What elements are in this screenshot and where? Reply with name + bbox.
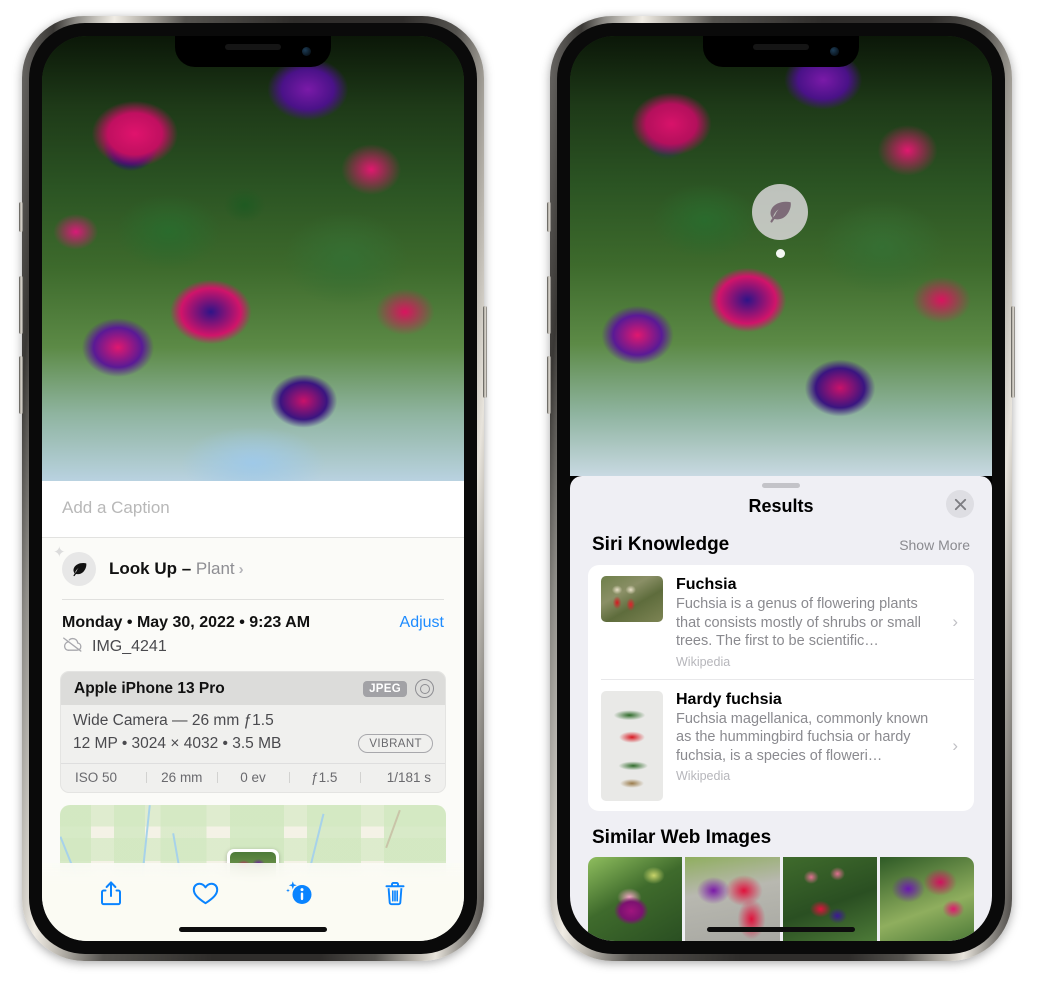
caption-input[interactable]: Add a Caption	[42, 481, 464, 538]
results-sheet: Results Siri Knowledge Show More Fuchsia…	[570, 476, 992, 941]
camera-device: Apple iPhone 13 Pro	[74, 679, 225, 697]
siri-knowledge-card: Fuchsia Fuchsia is a genus of flowering …	[588, 565, 974, 811]
exif-stats: ISO 50 26 mm 0 ev ƒ1.5 1/181 s	[61, 763, 445, 792]
screenshot-stage: Add a Caption ✦ Look Up – Plant › Monday…	[0, 0, 1055, 985]
volume-down-button[interactable]	[547, 356, 551, 414]
aperture-icon	[415, 679, 434, 698]
front-camera-icon	[830, 47, 839, 56]
leaf-icon: ✦	[53, 545, 96, 586]
cloud-slash-icon	[62, 637, 83, 657]
phone-bezel: Add a Caption ✦ Look Up – Plant › Monday…	[29, 23, 477, 954]
volume-up-button[interactable]	[19, 276, 23, 334]
size-info: 12 MP • 3024 × 4032 • 3.5 MB	[73, 734, 282, 752]
notch	[175, 36, 331, 67]
earpiece-speaker	[753, 44, 809, 50]
silent-switch[interactable]	[547, 202, 551, 232]
chevron-right-icon: ›	[238, 561, 244, 578]
phone-bezel: Results Siri Knowledge Show More Fuchsia…	[557, 23, 1005, 954]
volume-down-button[interactable]	[19, 356, 23, 414]
earpiece-speaker	[225, 44, 281, 50]
results-header: Results	[570, 488, 992, 531]
result-description: Fuchsia magellanica, commonly known as t…	[676, 710, 929, 764]
left-screen: Add a Caption ✦ Look Up – Plant › Monday…	[42, 36, 464, 941]
leaf-icon[interactable]	[752, 184, 808, 240]
result-source: Wikipedia	[676, 769, 731, 784]
page-title: Results	[748, 496, 814, 516]
look-up-label: Look Up – Plant ›	[109, 559, 244, 579]
siri-knowledge-header: Siri Knowledge Show More	[570, 531, 992, 565]
result-thumbnail	[601, 690, 663, 801]
photo-viewer[interactable]	[570, 36, 992, 476]
close-icon[interactable]	[946, 490, 974, 518]
right-phone: Results Siri Knowledge Show More Fuchsia…	[547, 16, 1015, 961]
list-item[interactable]: Fuchsia Fuchsia is a genus of flowering …	[588, 565, 974, 679]
similar-web-images-header: Similar Web Images	[570, 811, 992, 857]
look-up-row[interactable]: ✦ Look Up – Plant ›	[42, 538, 464, 599]
power-button[interactable]	[483, 306, 487, 398]
size-info-row: 12 MP • 3024 × 4032 • 3.5 MB VIBRANT	[73, 734, 433, 759]
info-sparkle-icon[interactable]	[280, 875, 320, 911]
notch	[703, 36, 859, 67]
chevron-right-icon: ›	[952, 612, 958, 632]
stat-shutter: 1/181 s	[359, 770, 437, 785]
volume-up-button[interactable]	[547, 276, 551, 334]
result-title: Fuchsia	[676, 576, 737, 593]
look-up-separator: –	[177, 559, 196, 578]
photo-viewer[interactable]	[42, 36, 464, 481]
style-chip: VIBRANT	[358, 734, 433, 753]
leaf-indicator-dot	[776, 249, 785, 258]
result-title: Hardy fuchsia	[676, 690, 782, 708]
date-row: Monday • May 30, 2022 • 9:23 AM Adjust	[42, 600, 464, 634]
format-chip: JPEG	[363, 680, 407, 697]
share-icon[interactable]	[91, 875, 131, 911]
power-button[interactable]	[1011, 306, 1015, 398]
list-item[interactable]: Hardy fuchsia Fuchsia magellanica, commo…	[601, 678, 974, 811]
look-up-action: Look Up	[109, 559, 177, 578]
exif-header: Apple iPhone 13 Pro JPEG	[61, 672, 445, 705]
result-thumbnail	[601, 576, 663, 622]
home-indicator[interactable]	[179, 927, 327, 932]
heart-icon[interactable]	[186, 875, 226, 911]
photo-date: Monday • May 30, 2022 • 9:23 AM	[62, 614, 311, 631]
silent-switch[interactable]	[19, 202, 23, 232]
stat-aperture: ƒ1.5	[288, 770, 360, 785]
trash-icon[interactable]	[375, 875, 415, 911]
result-text: Fuchsia Fuchsia is a genus of flowering …	[676, 576, 939, 669]
stat-focal: 26 mm	[146, 770, 217, 785]
web-image-4[interactable]	[879, 856, 974, 941]
adjust-button[interactable]: Adjust	[400, 614, 444, 632]
home-indicator[interactable]	[707, 927, 855, 932]
photo-info-sheet: Add a Caption ✦ Look Up – Plant › Monday…	[42, 481, 464, 941]
stat-ev: 0 ev	[217, 770, 288, 785]
look-up-subject: Plant	[195, 559, 235, 578]
result-text: Hardy fuchsia Fuchsia magellanica, commo…	[676, 691, 939, 784]
exif-body: Wide Camera — 26 mm ƒ1.5 12 MP • 3024 × …	[61, 705, 445, 763]
left-phone: Add a Caption ✦ Look Up – Plant › Monday…	[19, 16, 487, 961]
show-more-button[interactable]: Show More	[899, 537, 970, 553]
exif-header-chips: JPEG	[363, 679, 434, 698]
result-source: Wikipedia	[676, 654, 731, 669]
sparkle-icon: ✦	[53, 544, 66, 561]
chevron-right-icon: ›	[952, 735, 958, 755]
web-image-1[interactable]	[588, 856, 683, 941]
right-screen: Results Siri Knowledge Show More Fuchsia…	[570, 36, 992, 941]
front-camera-icon	[302, 47, 311, 56]
file-row: IMG_4241	[42, 634, 464, 669]
stat-iso: ISO 50	[75, 770, 118, 785]
lens-info: Wide Camera — 26 mm ƒ1.5	[73, 712, 274, 729]
result-description: Fuchsia is a genus of flowering plants t…	[676, 596, 921, 650]
section-title: Siri Knowledge	[592, 534, 730, 555]
exif-card: Apple iPhone 13 Pro JPEG Wide Camera — 2…	[60, 671, 446, 793]
section-title: Similar Web Images	[592, 826, 772, 848]
file-name: IMG_4241	[92, 638, 167, 655]
